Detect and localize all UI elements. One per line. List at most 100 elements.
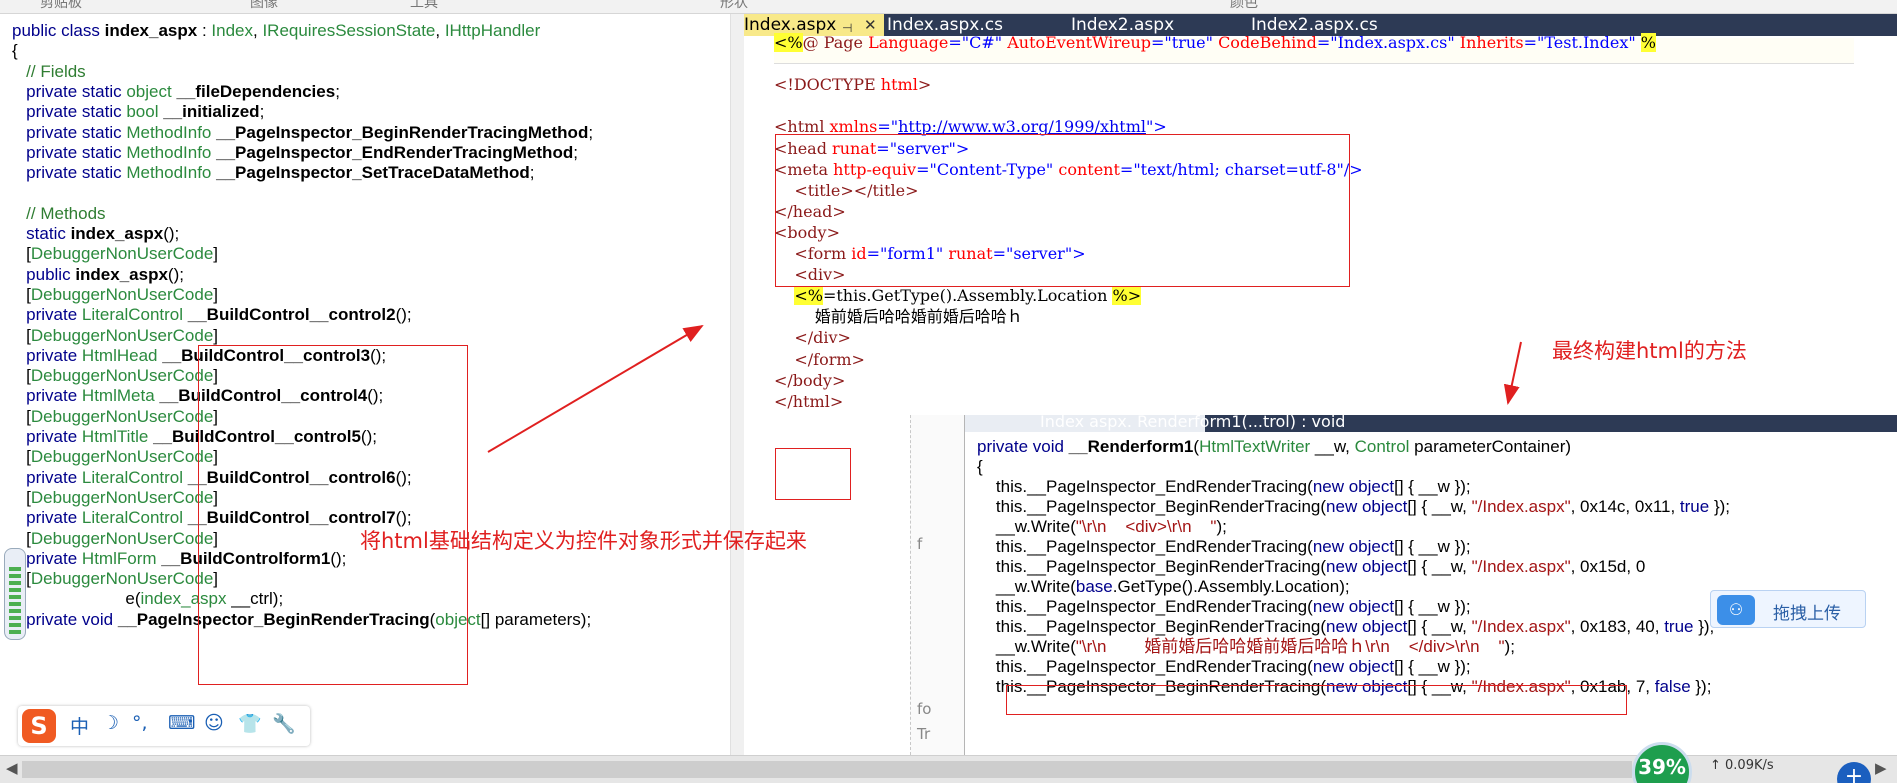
code-token: </form> [774,349,865,369]
ribbon-strip: 剪贴板 图像 工具 形状 颜色 [0,0,1897,14]
ribbon-group-shapes[interactable]: 形状 [720,0,748,12]
code-token: [ [12,366,31,386]
code-token: __PageInspector_EndRenderTracingMethod [216,142,574,162]
code-token: this. [977,617,1028,636]
code-token: new object [1326,557,1408,576]
network-speed-widget[interactable]: 39% ↑ 0.09K/s + [1632,742,1897,783]
side-meter-widget[interactable] [4,548,26,640]
code-token: [] { __w, [1407,557,1472,576]
code-token: __w.Write( [977,517,1076,536]
ribbon-group-colors[interactable]: 颜色 [1230,0,1258,12]
code-token: public [12,264,76,284]
popup-title: Index aspx. Renderform1(...trol) : void [1040,415,1346,431]
ribbon-group-clipboard[interactable]: 剪贴板 [40,0,82,12]
keyboard-icon[interactable]: ⌨ [168,712,195,734]
code-token: true [1679,497,1710,516]
code-token: new object [1312,657,1395,676]
code-token: ] [213,244,219,264]
code-token: __PageInspector_BeginRenderTracing [1027,617,1321,636]
code-token: __PageInspector_BeginRenderTracing [1027,497,1321,516]
code-token: private static [12,163,127,183]
pane-splitter[interactable] [730,14,744,755]
code-token: [ [12,284,31,304]
code-token: CodeBehind [1218,33,1317,52]
ribbon-group-tools[interactable]: 工具 [410,0,438,12]
code-token: IHttpHandler [444,21,541,40]
code-token: DebuggerNonUserCode [30,366,214,386]
plus-icon[interactable]: + [1837,762,1871,783]
code-token: private static [12,81,127,101]
cloud-upload-icon: ⚇ [1717,595,1755,625]
code-token: private void [12,609,118,629]
code-token: [ [12,487,31,507]
code-token: </body> [774,370,846,390]
ime-chinese-mode[interactable]: 中 [70,712,89,739]
scrollbar-thumb[interactable] [22,761,1632,778]
code-token: [ [12,325,31,345]
code-token: AutoEventWireup [1007,33,1151,52]
code-token: ; [335,81,340,101]
skin-icon[interactable]: 👕 [238,712,262,735]
code-token: new object [1326,617,1408,636]
horizontal-scrollbar[interactable]: ◀ ▶ [0,755,1897,783]
popup-title-bar[interactable]: Index aspx. Renderform1(...trol) : void [965,415,1897,432]
code-token: }); [1709,497,1731,516]
code-token: [ [12,447,31,467]
code-token: <% [794,286,823,306]
code-token: .GetType().Assembly.Location); [1112,577,1350,596]
code-token: private static [12,142,127,162]
code-token: ] [213,325,219,345]
punctuation-icon[interactable]: °, [132,712,148,734]
code-token: index_aspx [75,264,168,284]
code-token: </div> [774,328,851,348]
code-token: { [12,41,18,61]
code-token: </html> [774,391,844,411]
scroll-left-icon[interactable]: ◀ [6,759,18,777]
code-token: % [1640,33,1656,52]
code-token: bool [126,102,159,122]
code-token: this. [977,477,1028,496]
ime-toolbar[interactable]: S 中 ☽ °, ⌨ ☺ 👕 🔧 [18,706,310,746]
code-token: "/Index.aspx" [1471,617,1571,636]
code-token: private void [977,437,1069,456]
net-percent-badge: 39% [1632,742,1692,783]
code-token: IRequiresSessionState [262,21,436,40]
user-icon[interactable]: ☺ [204,712,224,734]
code-token: ; [588,122,594,142]
code-token: index_aspx [70,224,164,243]
ribbon-group-image[interactable]: 图像 [250,0,278,12]
code-token: index_aspx [104,21,198,40]
annotation-label-right: 最终构建html的方法 [1552,339,1747,363]
code-token: __BuildControl__control2 [187,305,396,325]
code-token: private [12,467,82,487]
code-token: public class [12,21,105,40]
code-token: base [1075,577,1113,596]
code-token: static [12,224,71,243]
code-token: ="C#" [948,33,1008,52]
code-token: DebuggerNonUserCode [30,487,214,507]
code-token: [] { __w }); [1394,477,1471,496]
code-token: this. [977,497,1028,516]
code-token: HtmlForm [81,548,157,568]
drag-upload-widget[interactable]: ⚇ 拖拽上传 [1710,590,1866,628]
moon-icon[interactable]: ☽ [102,712,119,734]
code-token: private [12,386,82,406]
sogou-logo-icon[interactable]: S [22,709,56,743]
code-token: ] [213,284,219,304]
code-token: __w.Write( [977,637,1076,656]
code-token: __initialized [163,102,260,122]
code-token: ; [529,163,535,183]
code-token: DebuggerNonUserCode [30,406,214,426]
wrench-icon[interactable]: 🔧 [272,712,296,735]
code-token: 婚前婚后哈哈婚前婚后哈哈ｈ [774,307,1023,327]
code-token: HtmlTitle [81,427,149,446]
code-token: ="Index.aspx.cs" [1316,33,1460,52]
annotation-label-left: 将html基础结构定义为控件对象形式并保存起来 [360,529,807,553]
code-token: new object [1312,537,1395,556]
code-token: __PageInspector_SetTraceDataMethod [216,163,530,183]
code-token: { [977,457,983,476]
code-token: __w, [1310,437,1355,456]
code-token: this. [977,557,1028,576]
